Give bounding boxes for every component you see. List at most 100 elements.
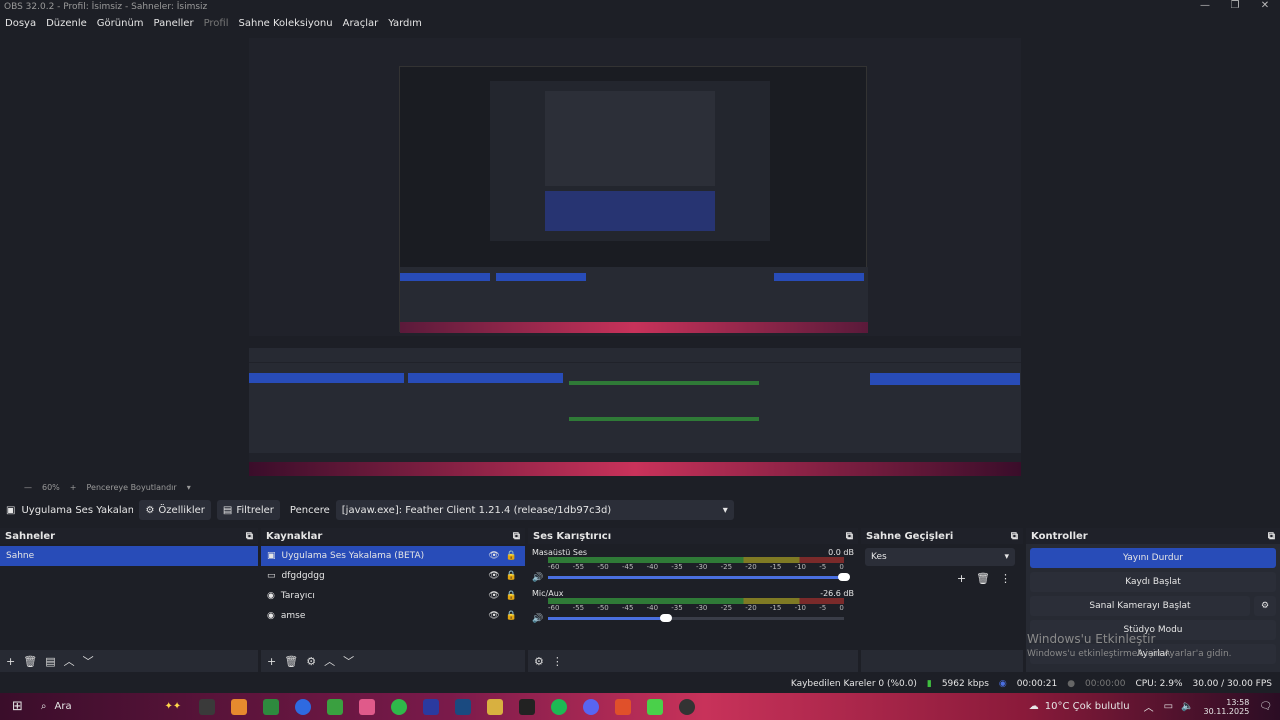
virtual-camera-settings-icon[interactable]: ⚙ xyxy=(1254,596,1276,616)
preview-canvas[interactable] xyxy=(249,38,1021,476)
chevron-up-icon[interactable]: ︿ xyxy=(64,653,75,669)
tray-chevron-icon[interactable]: ︿ xyxy=(1144,699,1154,714)
zoom-dropdown-icon[interactable]: ▾ xyxy=(187,483,191,495)
undock-icon[interactable]: ⧉ xyxy=(513,531,520,542)
spotify-icon[interactable] xyxy=(551,698,568,715)
chevron-down-icon[interactable]: ﹀ xyxy=(343,653,354,669)
menu-item[interactable]: Düzenle xyxy=(46,15,87,33)
start-record-button[interactable]: Kaydı Başlat xyxy=(1030,572,1276,592)
more-icon[interactable]: ⋮ xyxy=(552,655,563,668)
filters-button[interactable]: ▤ Filtreler xyxy=(216,500,280,520)
record-time: 00:00:00 xyxy=(1085,679,1126,689)
transition-select[interactable]: Kes ▾ xyxy=(865,548,1015,566)
tick-label: 0 xyxy=(839,604,844,612)
eye-icon[interactable]: 👁 xyxy=(488,551,499,561)
windows-start-icon[interactable]: ⊞ xyxy=(12,699,23,714)
sources-title: Kaynaklar xyxy=(266,531,323,542)
network-icon[interactable]: ▭ xyxy=(1164,701,1173,712)
source-item[interactable]: ▭ dfgdgdgg 👁 🔒 xyxy=(261,566,525,586)
store-icon[interactable] xyxy=(359,698,376,715)
maximize-button[interactable]: ❐ xyxy=(1220,0,1250,15)
lock-icon[interactable]: 🔒 xyxy=(506,611,517,621)
properties-button[interactable]: ⚙ Özellikler xyxy=(139,500,211,520)
undock-icon[interactable]: ⧉ xyxy=(246,531,253,542)
slider-knob[interactable] xyxy=(660,614,673,622)
notification-icon[interactable]: 🗨 xyxy=(1259,701,1272,712)
undock-icon[interactable]: ⧉ xyxy=(1268,531,1275,542)
eye-icon[interactable]: 👁 xyxy=(488,591,499,601)
trash-icon[interactable]: 🗑 xyxy=(23,655,37,668)
app-icon-dark[interactable] xyxy=(519,698,536,715)
volume-slider[interactable] xyxy=(548,573,850,581)
zoom-minus[interactable]: — xyxy=(24,483,32,495)
source-label: Uygulama Ses Yakalama (BETA) xyxy=(281,551,425,561)
whatsapp-icon[interactable] xyxy=(391,698,408,715)
speaker-icon[interactable]: 🔊 xyxy=(532,614,543,624)
brave-icon[interactable] xyxy=(615,698,632,715)
close-button[interactable]: ✕ xyxy=(1250,0,1280,15)
fit-to-window[interactable]: Pencereye Boyutlandır xyxy=(86,483,176,495)
tick-label: -25 xyxy=(720,563,733,571)
volume-meter xyxy=(548,598,844,604)
lock-icon[interactable]: 🔒 xyxy=(506,551,517,561)
source-item[interactable]: ▣ Uygulama Ses Yakalama (BETA) 👁 🔒 xyxy=(261,546,525,566)
more-icon[interactable]: ⋮ xyxy=(1000,572,1011,585)
eye-icon[interactable]: 👁 xyxy=(488,571,499,581)
folder-icon[interactable] xyxy=(487,698,504,715)
nvidia-icon[interactable] xyxy=(327,698,344,715)
add-icon[interactable]: + xyxy=(957,572,966,585)
zoom-plus[interactable]: + xyxy=(70,483,77,495)
gear-icon[interactable]: ⚙ xyxy=(306,655,316,668)
scene-item[interactable]: Sahne xyxy=(0,546,258,566)
lock-icon[interactable]: 🔒 xyxy=(506,571,517,581)
menu-item[interactable]: Araçlar xyxy=(343,15,379,33)
source-item[interactable]: ◉ Tarayıcı 👁 🔒 xyxy=(261,586,525,606)
source-item[interactable]: ◉ amse 👁 🔒 xyxy=(261,606,525,626)
filter-icon[interactable]: ▤ xyxy=(45,655,55,668)
chevron-down-icon[interactable]: ﹀ xyxy=(83,653,94,669)
app-icon-blue[interactable] xyxy=(423,698,440,715)
menu-item[interactable]: Görünüm xyxy=(97,15,144,33)
slider-knob[interactable] xyxy=(838,573,850,581)
filter-icon: ▤ xyxy=(222,504,233,516)
stop-stream-button[interactable]: Yayını Durdur xyxy=(1030,548,1276,568)
undock-icon[interactable]: ⧉ xyxy=(846,531,853,542)
app-icon-green[interactable] xyxy=(263,698,280,715)
volume-icon[interactable]: 🔈 xyxy=(1181,701,1193,712)
weather[interactable]: 10°C Çok bulutlu xyxy=(1045,701,1130,712)
volume-slider[interactable] xyxy=(548,614,844,622)
window-select[interactable]: [javaw.exe]: Feather Client 1.21.4 (rele… xyxy=(335,500,734,520)
task-view-icon[interactable] xyxy=(199,698,216,715)
undock-icon[interactable]: ⧉ xyxy=(1011,531,1018,542)
add-icon[interactable]: + xyxy=(267,655,276,668)
menu-item[interactable]: Paneller xyxy=(154,15,194,33)
menu-item[interactable]: Sahne Koleksiyonu xyxy=(239,15,333,33)
nested-preview-inner xyxy=(490,81,770,241)
edge-icon[interactable] xyxy=(295,698,312,715)
menu-item[interactable]: Dosya xyxy=(5,15,36,33)
trash-icon[interactable]: 🗑 xyxy=(284,655,298,668)
search-icon[interactable]: ⌕ xyxy=(41,701,47,712)
app-icon-orange[interactable] xyxy=(231,698,248,715)
add-icon[interactable]: + xyxy=(6,655,15,668)
menu-item[interactable]: Yardım xyxy=(388,15,422,33)
discord-icon[interactable] xyxy=(583,698,600,715)
minimize-button[interactable]: — xyxy=(1190,0,1220,15)
steam-icon[interactable] xyxy=(455,698,472,715)
virtual-camera-button[interactable]: Sanal Kamerayı Başlat xyxy=(1030,596,1250,616)
sparkle-icon[interactable]: ✦✦ xyxy=(165,701,182,712)
trash-icon[interactable]: 🗑 xyxy=(976,572,990,585)
clock-date[interactable]: 30.11.2025 xyxy=(1203,707,1249,716)
mixer-settings-icon[interactable]: ⚙ xyxy=(534,655,544,668)
lock-icon[interactable]: 🔒 xyxy=(506,591,517,601)
controls-title: Kontroller xyxy=(1031,531,1088,542)
menu-item[interactable]: Profil xyxy=(204,15,229,33)
speaker-icon[interactable]: 🔊 xyxy=(532,573,543,583)
clock-time[interactable]: 13:58 xyxy=(1226,698,1249,707)
eye-icon[interactable]: 👁 xyxy=(488,611,499,621)
minecraft-icon[interactable] xyxy=(647,698,664,715)
obs-icon[interactable] xyxy=(679,698,696,715)
taskbar-search[interactable]: Ara xyxy=(55,701,165,712)
window-label: Pencere xyxy=(289,504,330,516)
chevron-up-icon[interactable]: ︿ xyxy=(324,653,335,669)
